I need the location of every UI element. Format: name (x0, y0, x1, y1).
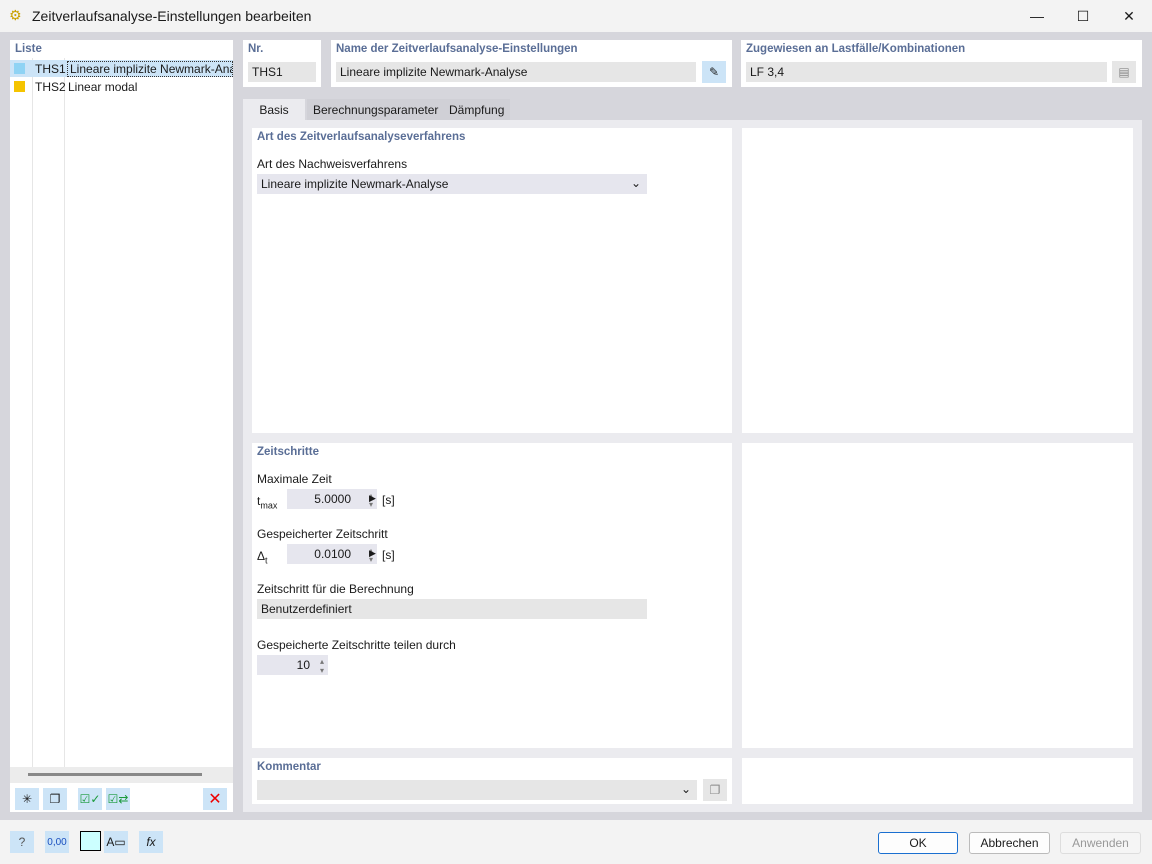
toggle-check-icon[interactable]: ☑⇄ (106, 788, 130, 810)
assigned-label: Zugewiesen an Lastfälle/Kombinationen (746, 43, 966, 55)
max-time-label: Maximale Zeit (257, 472, 332, 486)
tmax-symbol: tmax (257, 494, 278, 511)
maximize-button[interactable]: ☐ (1060, 0, 1106, 32)
item-id: THS1 (35, 62, 66, 76)
delete-icon[interactable]: ✕ (203, 788, 227, 810)
formula-icon[interactable]: fx (139, 831, 163, 853)
method-label: Art des Nachweisverfahrens (257, 157, 408, 171)
expand-arrow-icon[interactable]: ▶ (369, 548, 376, 559)
list-item-ths1[interactable]: THS1 Lineare implizite Newmark-Analyse (10, 60, 233, 77)
divide-input[interactable]: 10 ▴ ▾ (257, 655, 328, 675)
expand-arrow-icon[interactable]: ▶ (369, 493, 376, 504)
comment-input[interactable]: ⌄ (257, 780, 697, 800)
timesteps-side-panel (742, 443, 1133, 748)
display-settings-icon[interactable]: A▭ (104, 831, 128, 853)
tab-daempfung[interactable]: Dämpfung (443, 99, 511, 120)
chevron-down-icon: ⌄ (680, 782, 691, 796)
list-panel: Liste THS1 Lineare implizite Newmark-Ana… (10, 40, 233, 812)
name-field[interactable]: Lineare implizite Newmark-Analyse (336, 62, 696, 82)
assigned-field[interactable]: LF 3,4 (746, 62, 1107, 82)
name-label: Name der Zeitverlaufsanalyse-Einstellung… (336, 43, 578, 55)
apply-button[interactable]: Anwenden (1060, 832, 1141, 854)
section-title: Art des Zeitverlaufsanalyseverfahrens (257, 131, 466, 143)
copy-comment-icon[interactable]: ❐ (703, 779, 727, 801)
method-value: Lineare implizite Newmark-Analyse (261, 177, 449, 191)
horizontal-scrollbar[interactable] (10, 767, 233, 783)
copy-item-icon[interactable]: ❐ (43, 788, 67, 810)
nr-field[interactable]: THS1 (248, 62, 316, 82)
comment-label: Kommentar (257, 761, 321, 773)
saved-step-label: Gespeicherter Zeitschritt (257, 527, 388, 541)
assigned-panel: Zugewiesen an Lastfälle/Kombinationen LF… (741, 40, 1142, 87)
scrollbar-thumb[interactable] (28, 773, 202, 776)
method-dropdown[interactable]: Lineare implizite Newmark-Analyse ⌄ (257, 174, 647, 194)
check-all-icon[interactable]: ☑✓ (78, 788, 102, 810)
close-button[interactable]: ✕ (1106, 0, 1152, 32)
calc-step-label: Zeitschritt für die Berechnung (257, 582, 414, 596)
timesteps-section: Zeitschritte Maximale Zeit tmax 5.0000 ▴ ▾… (252, 443, 732, 748)
list-item-ths2[interactable]: THS2 Linear modal (10, 78, 233, 95)
spinner-icon: ▴ ▾ (319, 657, 324, 675)
method-side-panel (742, 128, 1133, 433)
nr-label: Nr. (248, 43, 264, 55)
ok-button[interactable]: OK (878, 832, 958, 854)
section-title: Zeitschritte (257, 446, 319, 458)
color-icon[interactable] (80, 831, 101, 851)
method-section: Art des Zeitverlaufsanalyseverfahrens Ar… (252, 128, 732, 433)
item-name: Linear modal (68, 80, 138, 94)
dt-symbol: Δt (257, 549, 268, 566)
dt-input[interactable]: 0.0100 ▴ ▾ (287, 544, 377, 564)
list-header: Liste (15, 43, 42, 55)
minimize-button[interactable]: — (1014, 0, 1060, 32)
color-swatch (14, 63, 25, 74)
comment-section: Kommentar ⌄ ❐ (252, 758, 732, 804)
unit-label: [s] (382, 493, 395, 507)
edit-name-icon[interactable]: ✎ (702, 61, 726, 83)
help-icon[interactable]: ? (10, 831, 34, 853)
units-icon[interactable]: 0,00 (45, 831, 69, 853)
item-name: Lineare implizite Newmark-Analyse (67, 61, 233, 77)
comment-side-panel (742, 758, 1133, 804)
item-id: THS2 (35, 80, 66, 94)
tab-berechnungsparameter[interactable]: Berechnungsparameter (307, 99, 445, 120)
unit-label: [s] (382, 548, 395, 562)
new-item-icon[interactable]: ✳ (15, 788, 39, 810)
cancel-button[interactable]: Abbrechen (969, 832, 1050, 854)
tmax-input[interactable]: 5.0000 ▴ ▾ (287, 489, 377, 509)
divide-label: Gespeicherte Zeitschritte teilen durch (257, 638, 456, 652)
color-swatch (14, 81, 25, 92)
select-loadcases-icon[interactable]: ▤ (1112, 61, 1136, 83)
chevron-down-icon: ⌄ (630, 176, 641, 190)
calc-step-field[interactable]: Benutzerdefiniert (257, 599, 647, 619)
app-icon: ⚙ (9, 7, 22, 23)
nr-panel: Nr. THS1 (243, 40, 321, 87)
tab-basis[interactable]: Basis (243, 99, 305, 120)
name-panel: Name der Zeitverlaufsanalyse-Einstellung… (331, 40, 732, 87)
window-title: Zeitverlaufsanalyse-Einstellungen bearbe… (32, 8, 312, 24)
title-bar: ⚙ Zeitverlaufsanalyse-Einstellungen bear… (0, 0, 1152, 32)
